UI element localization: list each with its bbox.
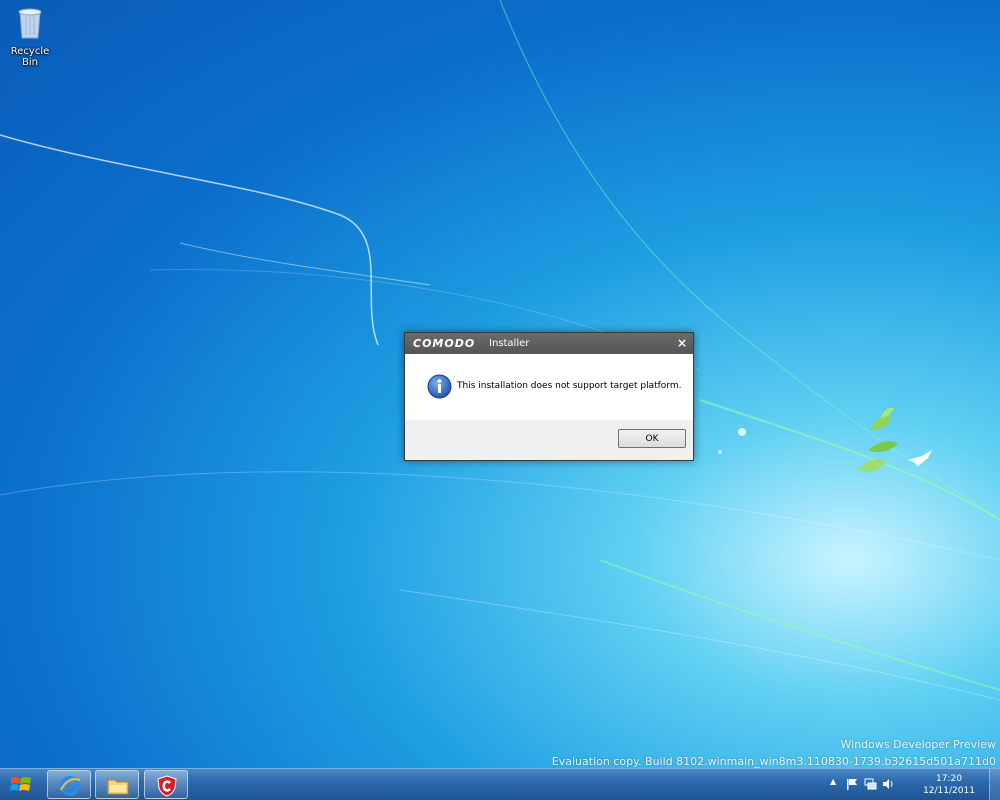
bird-and-leaves-decoration <box>858 407 932 472</box>
installer-dialog: COMODO Installer × This installation doe… <box>404 332 694 461</box>
folder-icon <box>107 779 129 795</box>
dialog-body: This installation does not support targe… <box>405 354 693 420</box>
windows-logo-icon <box>10 777 31 791</box>
recycle-bin-shortcut[interactable]: Recycle Bin <box>2 4 58 68</box>
internet-explorer-icon <box>60 776 81 796</box>
taskbar-internet-explorer-button[interactable] <box>47 770 91 799</box>
clock-time: 17:20 <box>936 774 962 784</box>
dialog-title-bar[interactable]: COMODO Installer × <box>405 333 693 354</box>
comodo-shield-icon <box>157 775 177 797</box>
volume-icon[interactable] <box>882 778 895 790</box>
info-icon <box>427 374 452 399</box>
action-center-flag-icon[interactable] <box>846 778 858 790</box>
show-hidden-icons-icon[interactable]: ▲ <box>830 777 836 786</box>
dialog-footer: OK <box>405 420 693 460</box>
ok-button[interactable]: OK <box>618 429 686 448</box>
network-icon[interactable] <box>864 778 877 790</box>
comodo-logo: COMODO <box>413 337 476 350</box>
taskbar-clock[interactable]: 17:20 12/11/2011 <box>918 773 980 797</box>
taskbar-file-explorer-button[interactable] <box>95 770 139 799</box>
start-button[interactable] <box>0 769 42 800</box>
close-icon[interactable]: × <box>677 336 687 350</box>
evaluation-watermark: Windows Developer Preview Evaluation cop… <box>552 736 996 770</box>
dialog-message: This installation does not support targe… <box>457 381 682 391</box>
clock-date: 12/11/2011 <box>923 786 975 796</box>
show-desktop-button[interactable] <box>989 769 1000 800</box>
taskbar: ▲ 17:20 12/11/2011 <box>0 768 1000 800</box>
taskbar-comodo-button[interactable] <box>144 770 188 799</box>
dialog-title: Installer <box>489 338 530 349</box>
recycle-bin-label: Recycle Bin <box>10 46 50 68</box>
recycle-bin-icon <box>18 8 42 39</box>
watermark-line-1: Windows Developer Preview <box>840 738 997 751</box>
